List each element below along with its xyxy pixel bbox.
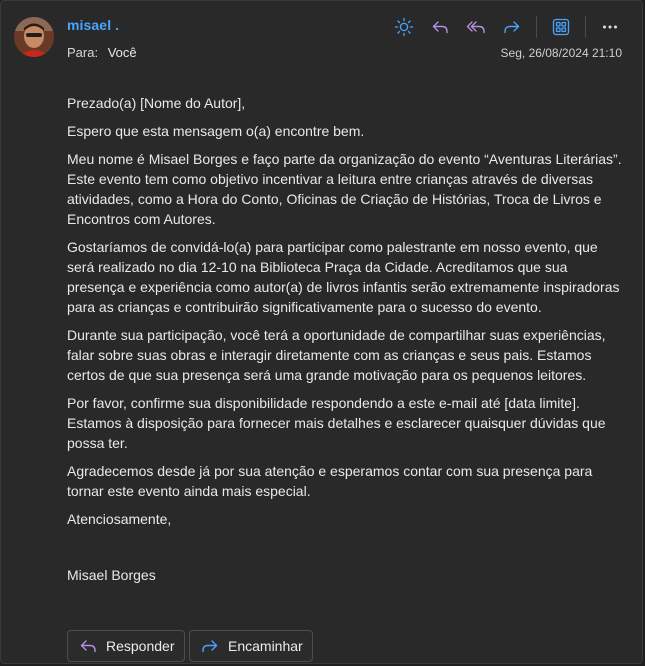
avatar-photo xyxy=(14,17,54,57)
recipient-name[interactable]: Você xyxy=(108,45,137,60)
reply-button[interactable]: Responder xyxy=(67,630,185,662)
toolbar-divider xyxy=(585,16,586,38)
recipient-line: Para: Você xyxy=(67,45,137,60)
body-paragraph: Durante sua participação, você terá a op… xyxy=(67,327,606,383)
avatar[interactable] xyxy=(14,17,54,57)
message-toolbar xyxy=(380,15,622,39)
signature: Misael Borges xyxy=(67,567,156,583)
toolbar-divider xyxy=(536,16,537,38)
email-reading-pane: misael . Para: Você Seg, 26/08/2024 21:1… xyxy=(0,0,643,664)
body-paragraph: Espero que esta mensagem o(a) encontre b… xyxy=(67,123,365,139)
sun-icon[interactable] xyxy=(392,15,416,39)
body-paragraph: Por favor, confirme sua disponibilidade … xyxy=(67,395,606,451)
reply-button-label: Responder xyxy=(106,638,175,654)
greeting: Prezado(a) [Nome do Autor], xyxy=(67,95,246,111)
sender-name[interactable]: misael . xyxy=(67,17,119,33)
more-icon[interactable] xyxy=(598,15,622,39)
message-body: Prezado(a) [Nome do Autor], Espero que e… xyxy=(67,93,627,593)
forward-icon[interactable] xyxy=(500,15,524,39)
to-label: Para: xyxy=(67,45,99,60)
reply-all-icon[interactable] xyxy=(464,15,488,39)
reply-icon[interactable] xyxy=(428,15,452,39)
body-paragraph: Meu nome é Misael Borges e faço parte da… xyxy=(67,151,622,227)
forward-button-label: Encaminhar xyxy=(228,638,303,654)
apps-icon[interactable] xyxy=(549,15,573,39)
sign-off: Atenciosamente, xyxy=(67,511,172,527)
reply-icon xyxy=(78,636,98,656)
body-paragraph: Gostaríamos de convidá-lo(a) para partic… xyxy=(67,239,620,315)
message-timestamp: Seg, 26/08/2024 21:10 xyxy=(500,46,622,60)
forward-icon xyxy=(200,636,220,656)
message-actions: Responder Encaminhar xyxy=(67,630,317,662)
forward-button[interactable]: Encaminhar xyxy=(189,630,313,662)
body-paragraph: Agradecemos desde já por sua atenção e e… xyxy=(67,463,593,499)
